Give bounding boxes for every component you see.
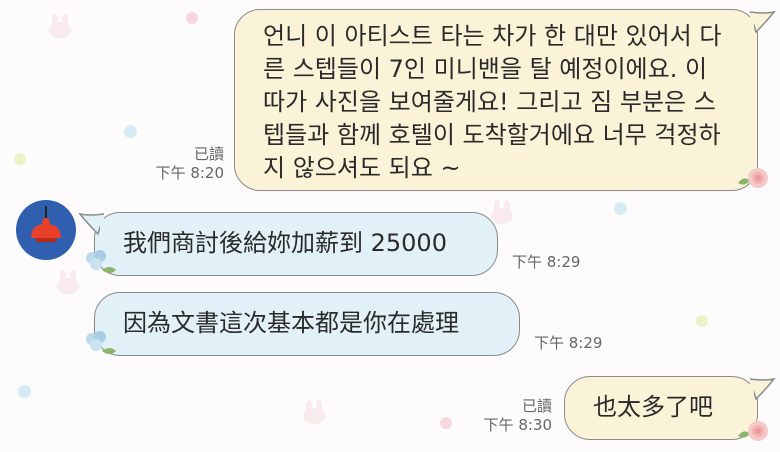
decor-dot: [124, 125, 137, 138]
message-line: 지 않으셔도 되요 ~: [263, 154, 461, 182]
outgoing-message-bubble[interactable]: 也太多了吧: [564, 376, 758, 440]
decor-dot: [186, 12, 198, 24]
bunny-decor-icon: [49, 14, 71, 38]
decor-dot: [614, 202, 627, 215]
message-time: 下午 8:30: [483, 416, 552, 434]
message-line: 따가 사진을 보여줄게요! 그리고 짐 부분은 스: [263, 88, 716, 116]
pendant-lamp-icon: [31, 206, 61, 242]
message-line: 텝들과 함께 호텔이 도착할거에요 너무 걱정하: [263, 121, 721, 149]
read-receipt: 已讀: [193, 145, 224, 163]
rose-decor-icon: [738, 421, 768, 441]
read-receipt: 已讀: [521, 397, 552, 415]
bunny-decor-icon: [491, 200, 513, 224]
bunny-decor-icon: [303, 400, 325, 424]
message-meta: 已讀 下午 8:20: [156, 145, 224, 183]
message-time: 下午 8:20: [155, 164, 224, 182]
bunny-decor-icon: [57, 270, 79, 294]
message-text: 也太多了吧: [593, 393, 713, 421]
bubble-tail: [750, 377, 776, 401]
message-line: 른 스텝들이 7인 미니밴을 탈 예정이에요. 이: [263, 55, 708, 83]
hydrangea-decor-icon: [86, 250, 116, 273]
hydrangea-decor-icon: [86, 331, 116, 354]
message-line: 언니 이 아티스트 타는 차가 한 대만 있어서 다: [263, 22, 722, 50]
message-text: 我們商討後給妳加薪到 25000: [123, 229, 447, 257]
incoming-message-bubble[interactable]: 我們商討後給妳加薪到 25000: [94, 212, 498, 276]
message-text: 因為文書這次基本都是你在處理: [123, 309, 459, 337]
bubble-tail: [750, 10, 776, 34]
decor-dot: [14, 153, 26, 165]
decor-dot: [440, 417, 452, 429]
contact-avatar[interactable]: [16, 200, 76, 260]
message-time: 下午 8:29: [512, 253, 581, 271]
decor-dot: [696, 315, 708, 327]
bubble-tail: [78, 212, 104, 236]
outgoing-message-bubble[interactable]: 언니 이 아티스트 타는 차가 한 대만 있어서 다 른 스텝들이 7인 미니밴…: [234, 9, 758, 191]
rose-decor-icon: [738, 168, 768, 188]
incoming-message-bubble[interactable]: 因為文書這次基本都是你在處理: [94, 292, 520, 356]
message-meta: 已讀 下午 8:30: [484, 397, 552, 435]
decor-dot: [18, 385, 31, 398]
message-time: 下午 8:29: [534, 334, 603, 352]
